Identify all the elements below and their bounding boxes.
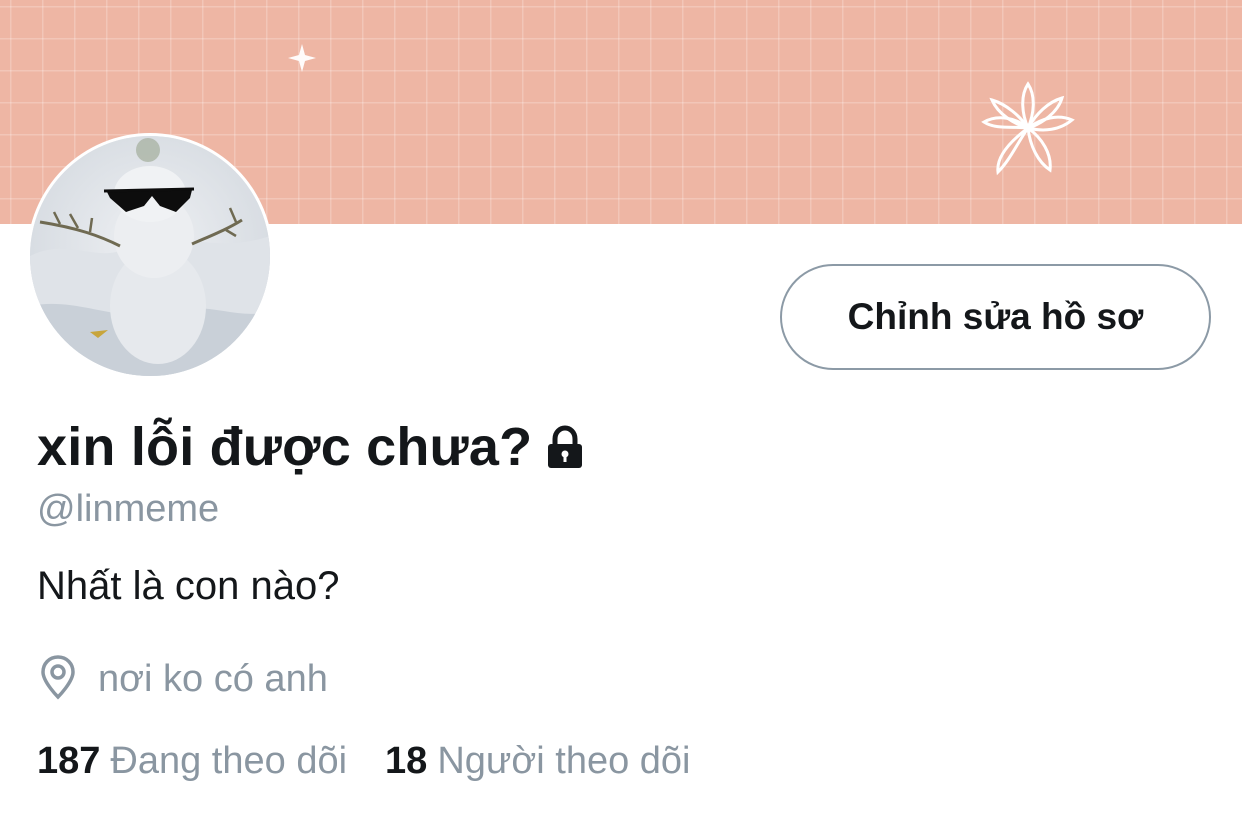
- following-label: Đang theo dõi: [110, 740, 348, 782]
- avatar-image: [30, 136, 270, 376]
- display-name: xin lỗi được chưa?: [37, 417, 533, 477]
- followers-label: Người theo dõi: [437, 740, 691, 782]
- location-row: nơi ko có anh: [40, 654, 328, 705]
- edit-profile-label: Chỉnh sửa hồ sơ: [847, 296, 1144, 337]
- followers-count: 18: [385, 740, 428, 782]
- name-row: xin lỗi được chưa?: [37, 412, 588, 482]
- location-pin-icon: [40, 654, 76, 705]
- edit-profile-button[interactable]: Chỉnh sửa hồ sơ: [780, 264, 1211, 370]
- lock-icon: [542, 424, 588, 470]
- location-text: nơi ko có anh: [98, 658, 328, 700]
- following-link[interactable]: 187 Đang theo dõi: [37, 740, 347, 783]
- following-count: 187: [37, 740, 101, 782]
- profile-bio: Nhất là con nào?: [37, 564, 340, 608]
- avatar[interactable]: [30, 136, 270, 376]
- followers-link[interactable]: 18 Người theo dõi: [385, 740, 690, 783]
- sparkle-icon: [288, 44, 316, 72]
- flower-icon: [981, 81, 1075, 176]
- follow-stats: 187 Đang theo dõi 18 Người theo dõi: [37, 740, 691, 783]
- profile-handle: @linmeme: [37, 488, 220, 530]
